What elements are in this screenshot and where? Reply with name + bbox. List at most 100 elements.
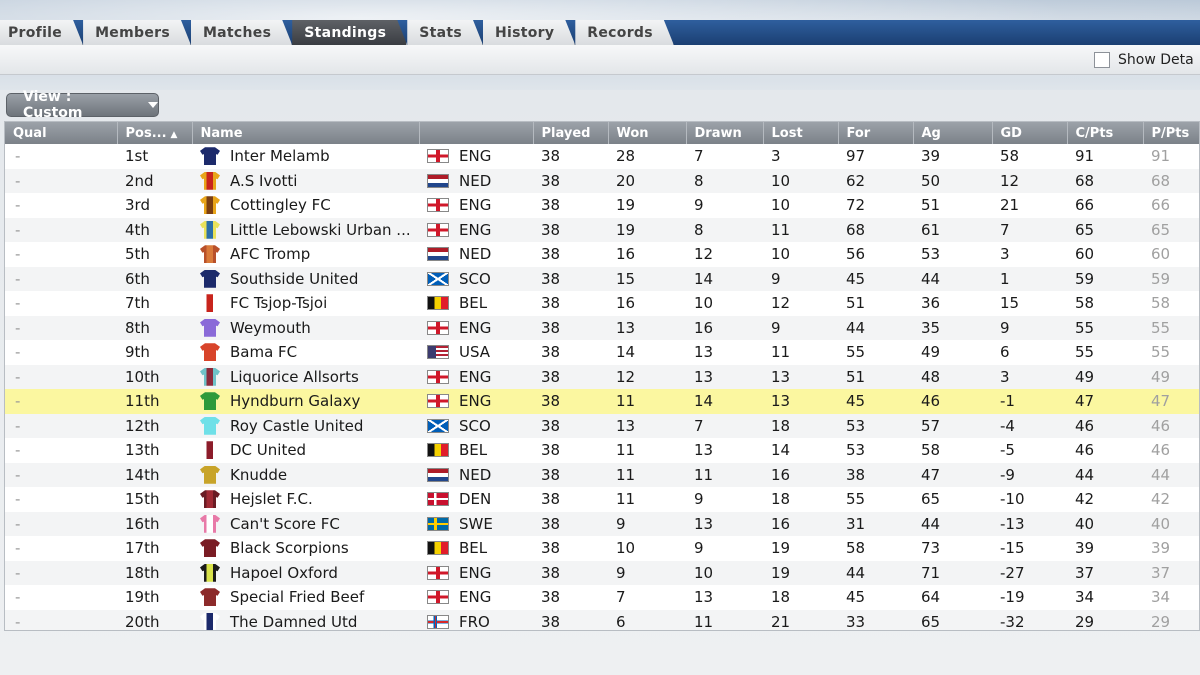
team-name-link[interactable]: DC United xyxy=(230,441,306,459)
nation-code[interactable]: USA xyxy=(459,343,490,361)
column-header-nation[interactable] xyxy=(419,122,534,144)
nation-code[interactable]: NED xyxy=(459,172,491,190)
nation-code[interactable]: ENG xyxy=(459,221,491,239)
nation-code[interactable]: ENG xyxy=(459,588,491,606)
show-detail-checkbox[interactable] xyxy=(1094,52,1110,68)
table-row[interactable]: -13th DC United BEL 38 11 13 14 53 58 -5 46 46 xyxy=(5,438,1199,463)
nation-code[interactable]: ENG xyxy=(459,147,491,165)
team-name-link[interactable]: Hapoel Oxford xyxy=(230,564,338,582)
table-row[interactable]: -18th Hapoel Oxford ENG 38 9 10 19 44 71 -27 37 37 xyxy=(5,560,1199,585)
column-header-for[interactable]: For xyxy=(838,122,914,144)
table-row[interactable]: -2nd A.S Ivotti NED 38 20 8 10 62 50 12 68 68 xyxy=(5,168,1199,193)
tab-profile[interactable]: Profile xyxy=(0,20,83,45)
table-row[interactable]: -4th Little Lebowski Urban ... ENG 38 19 8 11 6… xyxy=(5,217,1199,242)
nation-code[interactable]: BEL xyxy=(459,539,487,557)
column-header-qual[interactable]: Qual xyxy=(5,122,118,144)
team-kit-icon xyxy=(200,147,220,166)
table-row[interactable]: -9th Bama FC USA 38 14 13 11 55 49 6 55 55 xyxy=(5,340,1199,365)
table-row[interactable]: -20th The Damned Utd FRO 38 6 11 21 33 65 -32 29 29 xyxy=(5,609,1199,630)
nation-code[interactable]: ENG xyxy=(459,392,491,410)
team-name-link[interactable]: The Damned Utd xyxy=(230,613,357,630)
for-cell: 55 xyxy=(838,340,913,365)
table-row[interactable]: -17th Black Scorpions BEL 38 10 9 19 58 73 -15 39 3… xyxy=(5,536,1199,561)
column-header-ppts[interactable]: P/Pts xyxy=(1143,122,1199,144)
table-row[interactable]: -16th Can't Score FC SWE 38 9 13 16 31 44 -13 40 40 xyxy=(5,511,1199,536)
nation-code[interactable]: SCO xyxy=(459,417,491,435)
team-name-link[interactable]: Cottingley FC xyxy=(230,196,331,214)
team-name-link[interactable]: FC Tsjop-Tsjoi xyxy=(230,294,327,312)
team-name-link[interactable]: Hejslet F.C. xyxy=(230,490,313,508)
nation-code[interactable]: NED xyxy=(459,245,491,263)
column-header-pos[interactable]: Pos... ▲ xyxy=(117,122,193,144)
column-header-gd[interactable]: GD xyxy=(992,122,1068,144)
nation-code[interactable]: BEL xyxy=(459,441,487,459)
column-header-drawn[interactable]: Drawn xyxy=(686,122,764,144)
team-name-link[interactable]: Hyndburn Galaxy xyxy=(230,392,360,410)
column-header-ag[interactable]: Ag xyxy=(913,122,993,144)
column-header-cpts[interactable]: C/Pts xyxy=(1067,122,1144,144)
cpts-cell: 39 xyxy=(1067,536,1143,561)
table-row[interactable]: -12th Roy Castle United SCO 38 13 7 18 53 57 -4 46… xyxy=(5,413,1199,438)
table-row[interactable]: -5th AFC Tromp NED 38 16 12 10 56 53 3 60 60 xyxy=(5,242,1199,267)
team-name-link[interactable]: Little Lebowski Urban ... xyxy=(230,221,411,239)
team-name-link[interactable]: Bama FC xyxy=(230,343,297,361)
team-name-link[interactable]: Roy Castle United xyxy=(230,417,363,435)
nation-code[interactable]: DEN xyxy=(459,490,491,508)
won-cell: 16 xyxy=(608,291,686,316)
column-header-won[interactable]: Won xyxy=(608,122,687,144)
view-dropdown-button[interactable]: View : Custom xyxy=(6,89,159,121)
nation-code[interactable]: SCO xyxy=(459,270,491,288)
nation-code[interactable]: ENG xyxy=(459,368,491,386)
column-header-name[interactable]: Name xyxy=(192,122,420,144)
team-name-link[interactable]: Can't Score FC xyxy=(230,515,340,533)
tab-standings[interactable]: Standings xyxy=(292,20,407,45)
table-row[interactable]: -1st Inter Melamb ENG 38 28 7 3 97 39 58 91 91 xyxy=(5,144,1199,169)
ag-cell: 50 xyxy=(913,168,992,193)
tab-matches[interactable]: Matches xyxy=(191,20,292,45)
nation-code[interactable]: FRO xyxy=(459,613,490,630)
team-cell: AFC Tromp xyxy=(192,242,419,267)
gd-cell: 9 xyxy=(992,315,1067,340)
nation-code[interactable]: ENG xyxy=(459,196,491,214)
team-name-link[interactable]: AFC Tromp xyxy=(230,245,310,263)
drawn-cell: 13 xyxy=(686,511,763,536)
table-row[interactable]: -11th Hyndburn Galaxy ENG 38 11 14 13 45 46 -1 47 4… xyxy=(5,389,1199,414)
table-row[interactable]: -6th Southside United SCO 38 15 14 9 45 44 1 59 59 xyxy=(5,266,1199,291)
column-header-played[interactable]: Played xyxy=(533,122,609,144)
tab-history[interactable]: History xyxy=(483,20,575,45)
show-detail-toggle[interactable]: Show Deta xyxy=(1094,50,1200,70)
gd-cell: -19 xyxy=(992,585,1067,610)
team-name-link[interactable]: Inter Melamb xyxy=(230,147,330,165)
table-row[interactable]: -8th Weymouth ENG 38 13 16 9 44 35 9 55 55 xyxy=(5,315,1199,340)
table-row[interactable]: -10th Liquorice Allsorts ENG 38 12 13 13 51 48 3 4… xyxy=(5,364,1199,389)
table-row[interactable]: -15th Hejslet F.C. DEN 38 11 9 18 55 65 -10 42 42 xyxy=(5,487,1199,512)
ppts-cell: 55 xyxy=(1143,315,1199,340)
team-name-link[interactable]: Liquorice Allsorts xyxy=(230,368,359,386)
lost-cell: 10 xyxy=(763,168,838,193)
column-header-lost[interactable]: Lost xyxy=(763,122,839,144)
tab-stats[interactable]: Stats xyxy=(407,20,483,45)
team-name-link[interactable]: Southside United xyxy=(230,270,358,288)
nation-code[interactable]: NED xyxy=(459,466,491,484)
team-kit-icon xyxy=(200,392,220,411)
ag-cell: 65 xyxy=(913,609,992,630)
nation-code[interactable]: BEL xyxy=(459,294,487,312)
table-row[interactable]: -3rd Cottingley FC ENG 38 19 9 10 72 51 21 66 66 xyxy=(5,193,1199,218)
team-name-link[interactable]: Weymouth xyxy=(230,319,311,337)
table-row[interactable]: -7th FC Tsjop-Tsjoi BEL 38 16 10 12 51 36 15 58 58 xyxy=(5,291,1199,316)
table-row[interactable]: -14th Knudde NED 38 11 11 16 38 47 -9 44 44 xyxy=(5,462,1199,487)
team-name-link[interactable]: Black Scorpions xyxy=(230,539,349,557)
team-name-link[interactable]: A.S Ivotti xyxy=(230,172,297,190)
ppts-cell: 34 xyxy=(1143,585,1199,610)
nation-code[interactable]: SWE xyxy=(459,515,493,533)
tab-records[interactable]: Records xyxy=(575,20,674,45)
flag-icon xyxy=(427,222,449,237)
team-name-link[interactable]: Knudde xyxy=(230,466,287,484)
nation-code[interactable]: ENG xyxy=(459,564,491,582)
lost-cell: 16 xyxy=(763,462,838,487)
drawn-cell: 12 xyxy=(686,242,763,267)
tab-members[interactable]: Members xyxy=(83,20,191,45)
table-row[interactable]: -19th Special Fried Beef ENG 38 7 13 18 45 64 -19… xyxy=(5,585,1199,610)
nation-code[interactable]: ENG xyxy=(459,319,491,337)
team-name-link[interactable]: Special Fried Beef xyxy=(230,588,364,606)
